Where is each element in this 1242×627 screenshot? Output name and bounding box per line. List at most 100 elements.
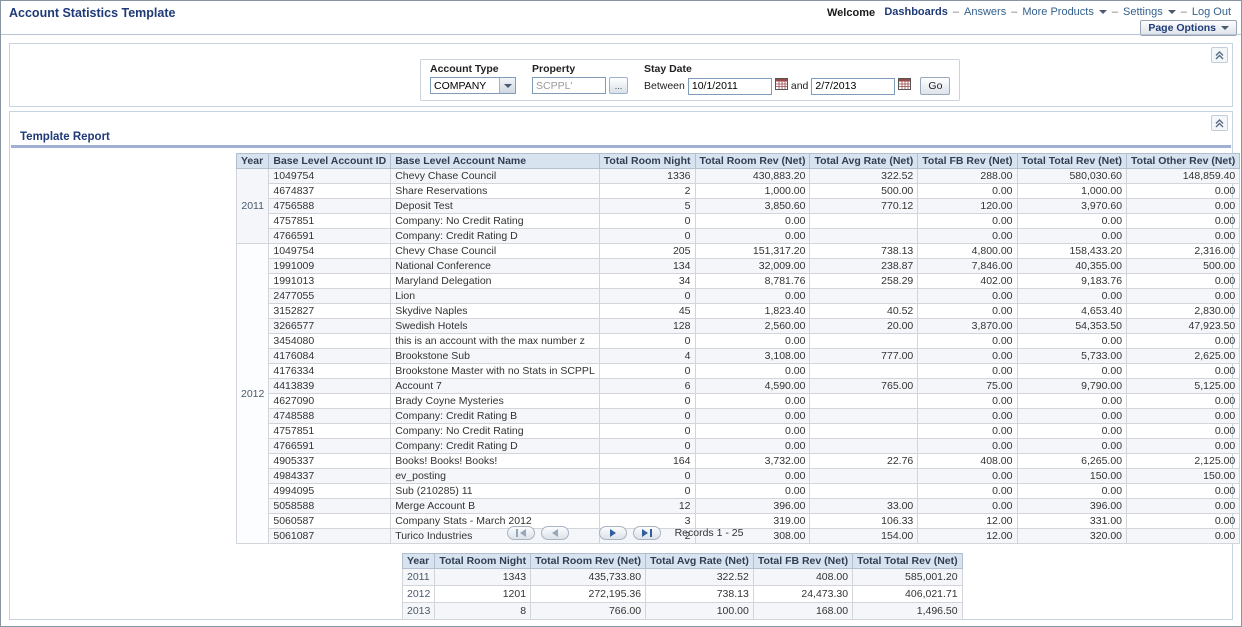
chevron-down-icon — [1168, 10, 1176, 14]
column-header: Total Total Rev (Net) — [853, 554, 963, 569]
cell: Brookstone Sub — [391, 349, 600, 364]
cell: 500.00 — [810, 184, 918, 199]
stay-date-from-input[interactable] — [688, 78, 772, 95]
calendar-icon[interactable] — [775, 77, 788, 95]
nav-dashboards[interactable]: Dashboards — [884, 6, 948, 18]
cell: 54,353.50 — [1017, 319, 1127, 334]
cell: 4627090 — [269, 394, 391, 409]
year-value: 2011 — [403, 569, 435, 586]
welcome-text: Welcome — [827, 7, 875, 19]
cell: 168.00 — [753, 603, 852, 620]
cell: Share Reservations — [391, 184, 600, 199]
cell: 0.00 — [918, 334, 1017, 349]
cell: 150.00 — [1127, 469, 1240, 484]
cell: 22.76 — [810, 454, 918, 469]
chevron-down-icon — [1099, 10, 1107, 14]
nav-more-products[interactable]: More Products — [1022, 6, 1094, 18]
cell: 0.00 — [695, 439, 810, 454]
nav-settings[interactable]: Settings — [1123, 6, 1163, 18]
dropdown-arrow-icon — [499, 78, 515, 93]
table-row: 4757851Company: No Credit Rating00.000.0… — [237, 424, 1240, 439]
cell: 238.87 — [810, 259, 918, 274]
cell: 34 — [599, 274, 695, 289]
cell: 0.00 — [918, 289, 1017, 304]
cell: 3,108.00 — [695, 349, 810, 364]
account-type-select[interactable]: COMPANY — [430, 77, 516, 94]
cell: 148,859.40 — [1127, 169, 1240, 184]
cell: 4756588 — [269, 199, 391, 214]
cell: ev_posting — [391, 469, 600, 484]
cell: 8 — [435, 603, 531, 620]
cell: 128 — [599, 319, 695, 334]
cell: 0.00 — [1127, 214, 1240, 229]
cell: 406,021.71 — [853, 586, 963, 603]
account-type-label: Account Type — [430, 63, 516, 75]
cell: Lion — [391, 289, 600, 304]
filter-group: Account Type COMPANY Property ... Stay D… — [420, 59, 960, 101]
collapse-icon[interactable] — [1211, 115, 1228, 131]
go-button[interactable]: Go — [920, 77, 950, 95]
cell: 0.00 — [695, 214, 810, 229]
cell: 770.12 — [810, 199, 918, 214]
cell: 500.00 — [1127, 259, 1240, 274]
column-header: Total Avg Rate (Net) — [810, 154, 918, 169]
cell: Brookstone Master with no Stats in SCPPL — [391, 364, 600, 379]
first-page-button[interactable] — [507, 526, 535, 540]
cell: 5058588 — [269, 499, 391, 514]
cell: 1,000.00 — [695, 184, 810, 199]
cell: 0.00 — [1127, 364, 1240, 379]
column-header: Total Total Rev (Net) — [1017, 154, 1127, 169]
column-header: Total Room Night — [435, 554, 531, 569]
report-table: YearBase Level Account IDBase Level Acco… — [236, 153, 1240, 544]
table-row: 4766591Company: Credit Rating D00.000.00… — [237, 439, 1240, 454]
year-group-label: 2012 — [237, 244, 269, 544]
summary-table: YearTotal Room NightTotal Room Rev (Net)… — [402, 553, 963, 620]
cell: 7,846.00 — [918, 259, 1017, 274]
next-page-button[interactable] — [599, 526, 627, 540]
property-input[interactable] — [532, 77, 606, 94]
summary-header-row: YearTotal Room NightTotal Room Rev (Net)… — [403, 554, 963, 569]
table-row: 20111049754Chevy Chase Council1336430,88… — [237, 169, 1240, 184]
year-value: 2013 — [403, 603, 435, 620]
cell: 0.00 — [918, 499, 1017, 514]
cell: 150.00 — [1017, 469, 1127, 484]
nav-separator: – — [953, 6, 959, 18]
cell: 0.00 — [1017, 394, 1127, 409]
cell: 32,009.00 — [695, 259, 810, 274]
page: Account Statistics Template Welcome Dash… — [0, 0, 1242, 627]
cell: 435,733.80 — [531, 569, 646, 586]
cell: Deposit Test — [391, 199, 600, 214]
cell: 0 — [599, 469, 695, 484]
report-title: Template Report — [20, 131, 110, 143]
browse-button[interactable]: ... — [609, 77, 628, 94]
cell: 4757851 — [269, 424, 391, 439]
cell — [810, 364, 918, 379]
cell: Company: No Credit Rating — [391, 214, 600, 229]
stay-date-to-input[interactable] — [811, 78, 895, 95]
cell: Chevy Chase Council — [391, 244, 600, 259]
table-row: 4176084Brookstone Sub43,108.00777.000.00… — [237, 349, 1240, 364]
cell — [810, 394, 918, 409]
nav-log-out[interactable]: Log Out — [1192, 6, 1231, 18]
cell: 0 — [599, 364, 695, 379]
cell: 40.52 — [810, 304, 918, 319]
cell: 0.00 — [1017, 289, 1127, 304]
collapse-icon[interactable] — [1211, 47, 1228, 63]
calendar-icon[interactable] — [898, 77, 911, 95]
cell: 0.00 — [695, 424, 810, 439]
table-row: 3454080this is an account with the max n… — [237, 334, 1240, 349]
cell: 0.00 — [918, 439, 1017, 454]
cell: 5 — [599, 199, 695, 214]
previous-page-button[interactable] — [541, 526, 569, 540]
cell: 766.00 — [531, 603, 646, 620]
cell: 322.52 — [810, 169, 918, 184]
cell: 0.00 — [695, 394, 810, 409]
cell: 0.00 — [1127, 229, 1240, 244]
last-page-button[interactable] — [633, 526, 661, 540]
cell — [810, 214, 918, 229]
nav-answers[interactable]: Answers — [964, 6, 1006, 18]
cell: 4176084 — [269, 349, 391, 364]
cell: Books! Books! Books! — [391, 454, 600, 469]
cell: 1,823.40 — [695, 304, 810, 319]
top-bar: Account Statistics Template Welcome Dash… — [1, 1, 1241, 34]
